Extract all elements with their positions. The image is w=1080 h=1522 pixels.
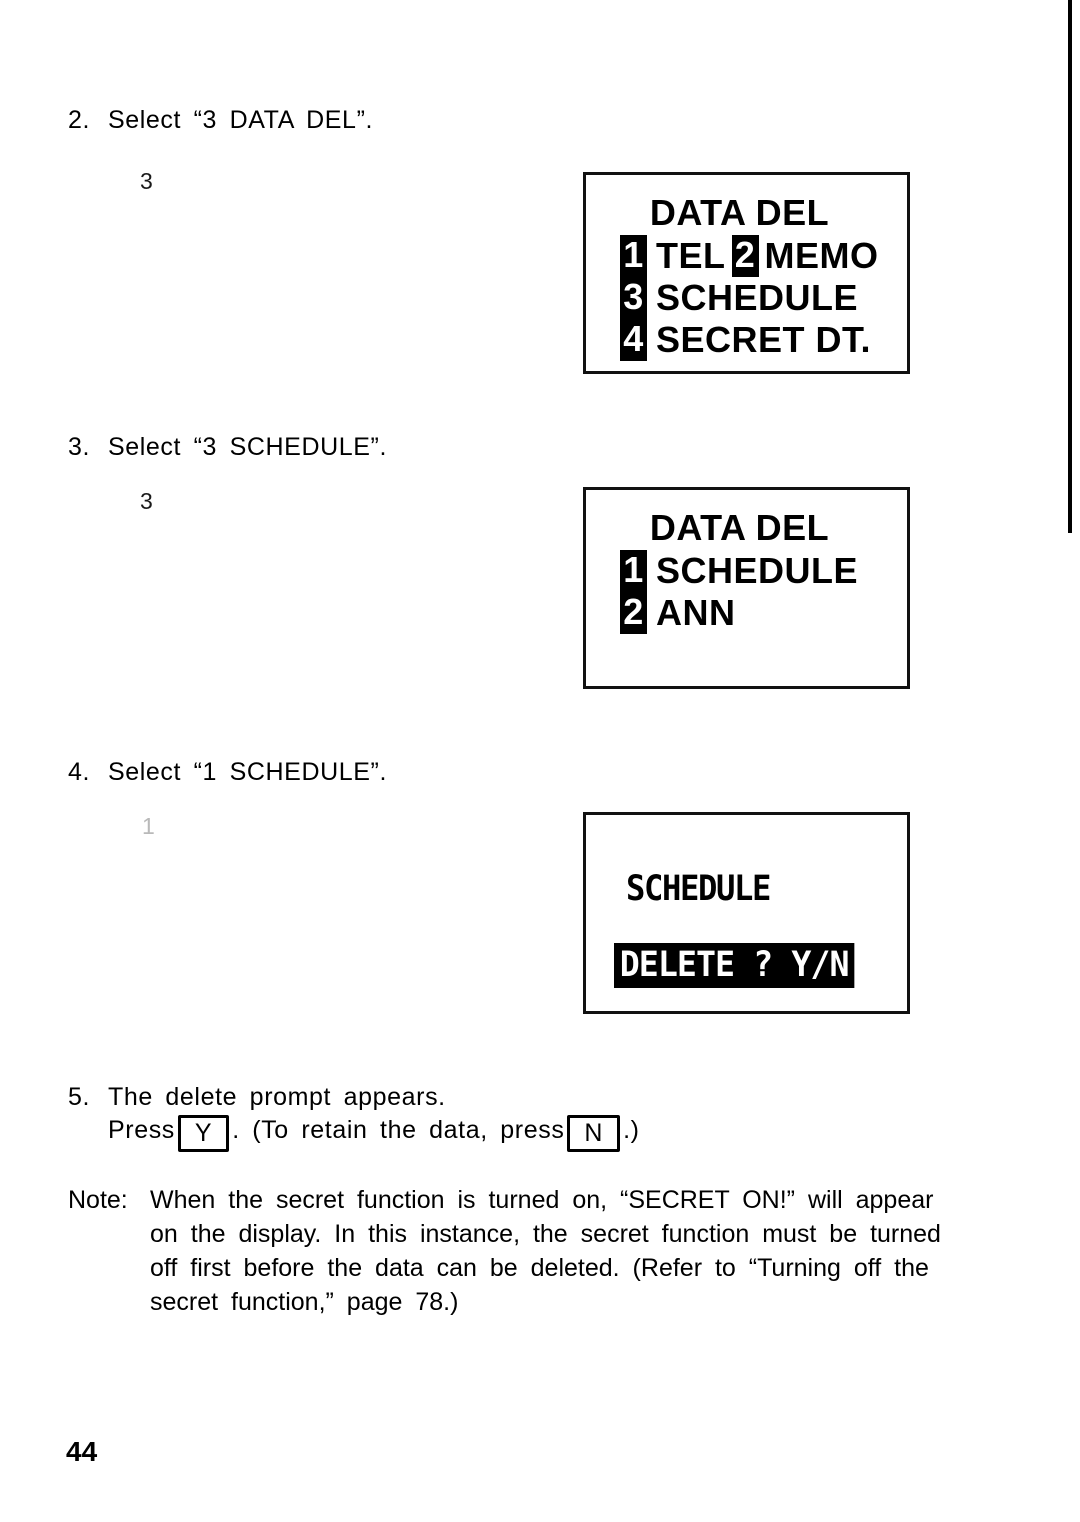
step-3: 3. Select “3 SCHEDULE”. (68, 430, 387, 464)
step-4-keymark: 1 (142, 813, 155, 839)
step-3-number: 3. (68, 433, 91, 461)
lcd2-title: DATA DEL (649, 507, 830, 548)
page-number: 44 (66, 1436, 98, 1467)
lcd1-row-secret-dt: 4 SECRET DT. (586, 319, 907, 361)
step-3-keymark: 3 (140, 488, 153, 514)
note-line-1: When the secret function is turned on, “… (150, 1186, 934, 1214)
lcd1-label-tel: TEL (656, 235, 726, 276)
press-yes-suffix: . (To retain the data, press (232, 1116, 565, 1144)
note-body: When the secret function is turned on, “… (150, 1183, 948, 1319)
lcd-display-delete-prompt: SCHEDULE DELETE ? Y/N (583, 812, 910, 1014)
lcd-display-data-del-menu: DATA DEL 1 TEL 2 MEMO 3 SCHEDULE 4 SECRET DT. (583, 172, 910, 374)
step-5: 5. The delete prompt appears. (68, 1080, 446, 1114)
lcd1-label-schedule: SCHEDULE (656, 277, 859, 318)
press-label: Press (108, 1116, 175, 1144)
lcd1-label-secret-dt: SECRET DT. (656, 319, 872, 360)
step-5-press-line: Press Y. (To retain the data, press N.) (108, 1112, 640, 1152)
lcd-display-schedule-ann-menu: DATA DEL 1 SCHEDULE 2 ANN (583, 487, 910, 689)
lcd1-badge-2: 2 (731, 235, 759, 277)
note-line-2: on the display. In this instance, the se… (150, 1220, 941, 1248)
lcd3-line-delete-prompt: DELETE ? Y/N (614, 943, 855, 988)
step-4-number: 4. (68, 758, 91, 786)
lcd1-row-tel-memo: 1 TEL 2 MEMO (586, 235, 907, 277)
lcd3-line-schedule: SCHEDULE (626, 869, 771, 909)
key-yes-button[interactable]: Y (177, 1115, 230, 1152)
page-edge-rule (1068, 0, 1072, 533)
lcd1-badge-3: 3 (620, 277, 647, 319)
step-2-text: Select “3 DATA DEL”. (108, 106, 374, 134)
lcd2-row-schedule: 1 SCHEDULE (586, 550, 907, 592)
step-4-text: Select “1 SCHEDULE”. (108, 758, 388, 786)
note-label: Note: (68, 1186, 128, 1214)
step-2-keymark: 3 (140, 168, 153, 194)
note-line-4: secret function,” page 78.) (150, 1288, 459, 1316)
lcd1-badge-1: 1 (620, 235, 647, 277)
step-5-number: 5. (68, 1083, 91, 1111)
lcd1-title: DATA DEL (649, 192, 830, 233)
press-no-suffix: .) (623, 1116, 640, 1144)
lcd2-label-ann: ANN (656, 592, 736, 633)
step-4: 4. Select “1 SCHEDULE”. (68, 755, 387, 789)
step-3-text: Select “3 SCHEDULE”. (108, 433, 388, 461)
lcd1-badge-4: 4 (620, 319, 647, 361)
lcd1-row-schedule: 3 SCHEDULE (586, 277, 907, 319)
lcd2-row-ann: 2 ANN (586, 592, 907, 634)
lcd1-label-memo: MEMO (764, 235, 879, 276)
lcd2-label-schedule: SCHEDULE (656, 550, 859, 591)
key-no-button[interactable]: N (567, 1115, 621, 1152)
step-2: 2. Select “3 DATA DEL”. (68, 103, 373, 137)
lcd2-badge-2: 2 (620, 592, 647, 634)
step-2-number: 2. (68, 106, 91, 134)
step-5-text: The delete prompt appears. (108, 1083, 446, 1111)
note-block: Note: When the secret function is turned… (68, 1183, 948, 1319)
note-line-3: off first before the data can be deleted… (150, 1254, 929, 1282)
lcd2-badge-1: 1 (620, 550, 647, 592)
